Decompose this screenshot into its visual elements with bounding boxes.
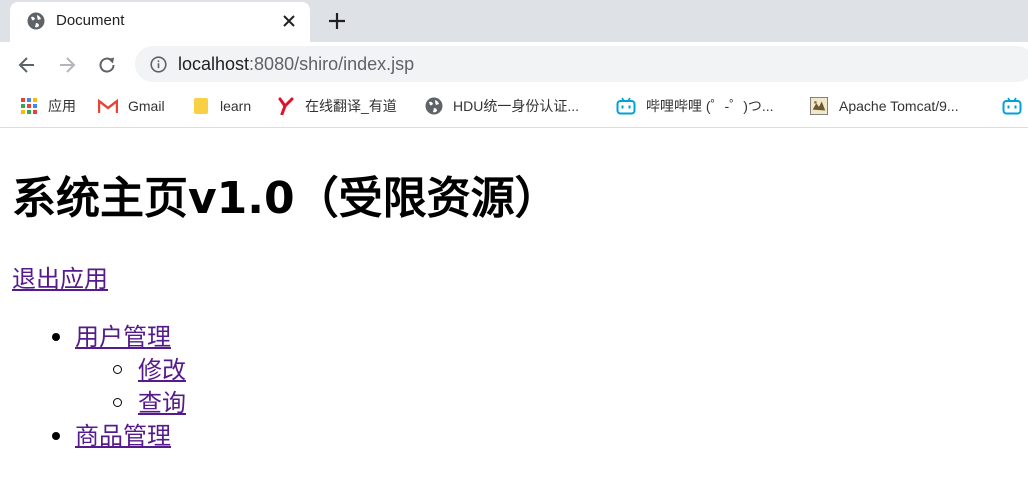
bookmark-label: 应用: [48, 98, 76, 114]
bilibili-icon: [616, 97, 636, 115]
bookmark-bilibili[interactable]: 哔哩哔哩 (゜-゜)つ...: [616, 96, 774, 116]
bookmark-label: 哔哩哔哩 (゜-゜)つ...: [646, 98, 774, 114]
tab-strip: Document: [0, 0, 1028, 42]
page-content: 系统主页v1.0（受限资源） 退出应用 用户管理 修改 查询 商品管理: [0, 128, 1028, 485]
info-icon[interactable]: [150, 56, 167, 73]
globe-icon: [425, 97, 443, 115]
menu-user-query[interactable]: 查询: [138, 386, 186, 420]
bookmark-tomcat[interactable]: Apache Tomcat/9...: [809, 96, 959, 116]
address-bar[interactable]: localhost:8080/shiro/index.jsp: [135, 46, 1028, 82]
reload-icon[interactable]: [96, 54, 118, 76]
bookmark-hdu[interactable]: HDU统一身份认证...: [425, 96, 579, 116]
tab-title: Document: [56, 12, 125, 29]
list-circle: [113, 365, 122, 374]
apps-grid-icon: [21, 98, 37, 114]
bilibili-icon: [1002, 97, 1022, 115]
menu-user-management[interactable]: 用户管理: [75, 320, 171, 354]
close-icon[interactable]: [281, 13, 297, 29]
bookmark-label: learn: [220, 98, 252, 114]
bookmarks-bar: 应用 Gmail learn 在线翻译_有道 HDU统一身份认证... 哔哩哔哩…: [0, 86, 1028, 128]
menu-user-edit[interactable]: 修改: [138, 353, 186, 387]
url-text: localhost:8080/shiro/index.jsp: [178, 54, 414, 75]
bookmark-label: 在线翻译_有道: [305, 98, 397, 114]
url-path: :8080/shiro/index.jsp: [249, 54, 415, 74]
youdao-icon: [278, 97, 294, 115]
bookmark-learn[interactable]: learn: [192, 96, 251, 116]
back-arrow-icon[interactable]: [16, 54, 38, 76]
new-tab-icon[interactable]: [326, 10, 348, 32]
list-circle: [113, 398, 122, 407]
bookmark-label: HDU统一身份认证...: [453, 98, 579, 114]
gmail-icon: [98, 98, 118, 113]
page-title: 系统主页v1.0（受限资源）: [12, 173, 559, 224]
forward-arrow-icon[interactable]: [56, 54, 78, 76]
url-host: localhost: [178, 54, 250, 74]
bookmark-label: Gmail: [128, 98, 165, 114]
list-bullet: [52, 333, 60, 341]
bookmark-gmail[interactable]: Gmail: [98, 96, 165, 116]
tomcat-icon: [810, 97, 828, 115]
logout-link[interactable]: 退出应用: [12, 262, 108, 296]
bookmark-apps[interactable]: 应用: [20, 96, 76, 116]
folder-icon: [194, 98, 208, 114]
menu-product-management[interactable]: 商品管理: [75, 419, 171, 453]
bookmark-youdao[interactable]: 在线翻译_有道: [277, 96, 397, 116]
bookmark-label: Apache Tomcat/9...: [839, 98, 959, 114]
bookmark-bilibili-overflow[interactable]: [1002, 96, 1028, 116]
active-tab[interactable]: Document: [10, 2, 310, 42]
list-bullet: [52, 432, 60, 440]
globe-icon: [27, 12, 45, 30]
